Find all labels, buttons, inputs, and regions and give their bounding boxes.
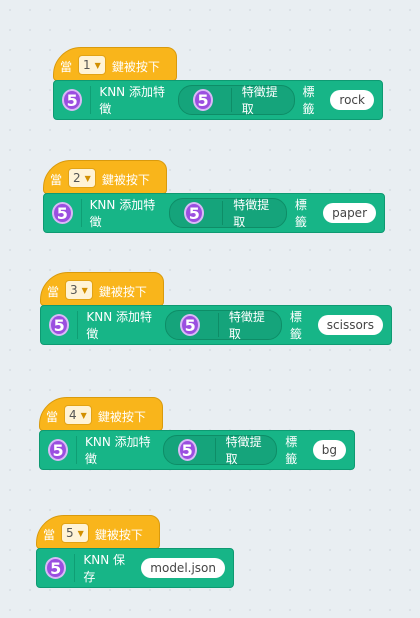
pressed-label: 鍵被按下	[98, 285, 147, 299]
when-label: 當	[46, 410, 59, 424]
reporter-label: 特徵提取	[228, 310, 265, 341]
action-label: KNN 保存	[83, 553, 126, 584]
when-key-pressed-hat[interactable]: 當 5 ▼ 鍵被按下	[36, 515, 160, 549]
extension-icon: 5	[48, 439, 69, 461]
label-text: 標籤	[294, 198, 307, 229]
feature-extract-reporter[interactable]: 5 特徵提取	[178, 85, 295, 116]
feature-extract-reporter[interactable]: 5 特徵提取	[169, 198, 287, 229]
key-dropdown[interactable]: 5 ▼	[61, 523, 89, 543]
filename-input[interactable]: model.json	[141, 558, 225, 578]
knn-save-block[interactable]: 5 KNN 保存 model.json	[36, 548, 234, 588]
when-key-pressed-hat[interactable]: 當 4 ▼ 鍵被按下	[39, 397, 163, 431]
knn-add-feature-block[interactable]: 5 KNN 添加特徵 5 特徵提取 標籤 paper	[43, 193, 385, 233]
key-dropdown[interactable]: 4 ▼	[64, 405, 92, 425]
pressed-label: 鍵被按下	[97, 410, 146, 424]
action-label: KNN 添加特徵	[85, 435, 151, 466]
knn-add-feature-block[interactable]: 5 KNN 添加特徵 5 特徵提取 標籤 bg	[39, 430, 355, 470]
when-key-pressed-hat[interactable]: 當 1 ▼ 鍵被按下	[53, 47, 177, 81]
pressed-label: 鍵被按下	[101, 173, 150, 187]
chevron-down-icon: ▼	[84, 173, 91, 183]
when-label: 當	[50, 173, 63, 187]
knn-add-feature-block[interactable]: 5 KNN 添加特徵 5 特徵提取 標籤 rock	[53, 80, 383, 120]
action-label: KNN 添加特徵	[89, 198, 156, 229]
chevron-down-icon: ▼	[81, 285, 88, 295]
label-text: 標籤	[302, 85, 315, 116]
when-label: 當	[43, 528, 56, 542]
extension-icon: 5	[45, 557, 67, 579]
divider	[90, 86, 92, 114]
action-label: KNN 添加特徵	[99, 85, 165, 116]
key-dropdown[interactable]: 3 ▼	[65, 280, 93, 300]
chevron-down-icon: ▼	[94, 60, 101, 70]
reporter-label: 特徵提取	[225, 435, 262, 466]
when-key-pressed-hat[interactable]: 當 2 ▼ 鍵被按下	[43, 160, 167, 194]
label-input[interactable]: scissors	[317, 315, 383, 335]
extension-icon: 5	[184, 202, 205, 224]
when-label: 當	[60, 60, 73, 74]
chevron-down-icon: ▼	[77, 528, 84, 538]
extension-icon: 5	[193, 89, 213, 111]
label-text: 標籤	[285, 435, 298, 466]
feature-extract-reporter[interactable]: 5 特徵提取	[162, 435, 278, 466]
extension-icon: 5	[180, 314, 201, 336]
label-input[interactable]: paper	[323, 203, 376, 223]
label-text: 標籤	[289, 310, 302, 341]
key-dropdown[interactable]: 1 ▼	[78, 55, 106, 75]
action-label: KNN 添加特徵	[86, 310, 152, 341]
reporter-label: 特徵提取	[241, 85, 278, 116]
pressed-label: 鍵被按下	[111, 60, 160, 74]
extension-icon: 5	[52, 202, 73, 224]
divider	[76, 436, 78, 464]
label-input[interactable]: bg	[312, 440, 346, 460]
key-dropdown[interactable]: 2 ▼	[68, 168, 96, 188]
divider	[77, 311, 79, 339]
divider	[80, 199, 82, 227]
reporter-label: 特徵提取	[233, 198, 270, 229]
pressed-label: 鍵被按下	[94, 528, 143, 542]
when-label: 當	[47, 285, 60, 299]
extension-icon: 5	[62, 89, 83, 111]
feature-extract-reporter[interactable]: 5 特徵提取	[165, 310, 282, 341]
chevron-down-icon: ▼	[80, 410, 87, 420]
extension-icon: 5	[177, 439, 197, 461]
extension-icon: 5	[49, 314, 70, 336]
when-key-pressed-hat[interactable]: 當 3 ▼ 鍵被按下	[40, 272, 164, 306]
label-input[interactable]: rock	[330, 90, 374, 110]
knn-add-feature-block[interactable]: 5 KNN 添加特徵 5 特徵提取 標籤 scissors	[40, 305, 392, 345]
divider	[74, 554, 76, 582]
